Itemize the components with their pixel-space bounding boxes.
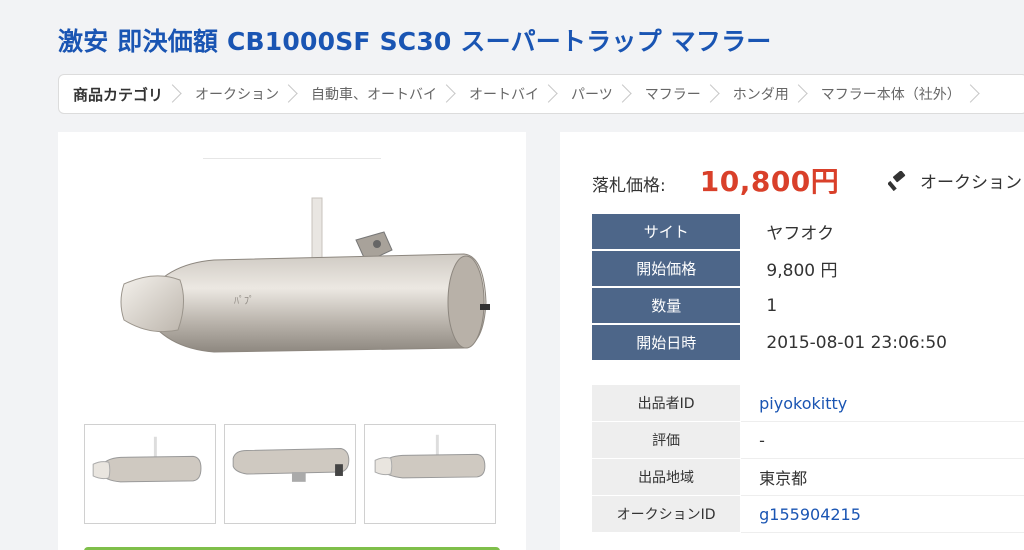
details-value-rating: - [741, 422, 1024, 459]
breadcrumb-item-auction[interactable]: オークション [183, 75, 299, 113]
thumbnail-1[interactable] [84, 424, 216, 524]
table-row: 開始日時 2015-08-01 23:06:50 [592, 325, 1024, 360]
thumbnail-3[interactable] [364, 424, 496, 524]
table-row: 数量 1 [592, 288, 1024, 323]
table-row: 評価 - [592, 422, 1024, 459]
breadcrumb-item-category[interactable]: 商品カテゴリ [59, 75, 183, 113]
auction-id-link[interactable]: g155904215 [741, 496, 1024, 533]
details-label-seller-id: 出品者ID [592, 385, 742, 422]
summary-label-site: サイト [592, 214, 741, 249]
table-row: オークションID g155904215 [592, 496, 1024, 533]
seller-id-link[interactable]: piyokokitty [741, 385, 1024, 422]
breadcrumb-item-motorcycle[interactable]: オートバイ [457, 75, 559, 113]
details-label-rating: 評価 [592, 422, 742, 459]
summary-label-quantity: 数量 [592, 288, 741, 323]
summary-value-start-date: 2015-08-01 23:06:50 [766, 332, 947, 353]
table-row: 出品地域 東京都 [592, 459, 1024, 496]
page-title: 激安 即決価額 CB1000SF SC30 スーパートラップ マフラー [58, 27, 772, 56]
details-label-region: 出品地域 [592, 459, 742, 496]
image-gallery: ﾊﾟﾌﾟ [58, 132, 526, 550]
gavel-icon [888, 170, 906, 191]
table-row: 出品者ID piyokokitty [592, 385, 1024, 422]
summary-label-start-date: 開始日時 [592, 325, 741, 360]
breadcrumb-item-vehicles[interactable]: 自動車、オートバイ [299, 75, 457, 113]
table-row: 開始価格 9,800 円 [592, 251, 1024, 286]
details-label-auction-id: オークションID [592, 496, 742, 533]
summary-label-start-price: 開始価格 [592, 251, 741, 286]
breadcrumb-item-honda[interactable]: ホンダ用 [721, 75, 809, 113]
breadcrumb-item-muffler[interactable]: マフラー [633, 75, 721, 113]
summary-value-start-price: 9,800 円 [766, 261, 838, 281]
svg-text:ﾊﾟﾌﾟ: ﾊﾟﾌﾟ [234, 295, 254, 307]
summary-value-quantity: 1 [766, 295, 778, 316]
price-label: 落札価格: [592, 176, 666, 196]
auction-info-panel: 落札価格: 10,800円 オークション サイト ヤフオク 開始価格 9,800… [560, 132, 1024, 550]
summary-value-site: ヤフオク [766, 224, 835, 244]
summary-table: サイト ヤフオク 開始価格 9,800 円 数量 1 開始日時 2015-08-… [592, 212, 1024, 362]
breadcrumb-item-parts[interactable]: パーツ [559, 75, 633, 113]
auction-link[interactable]: オークション [888, 168, 1022, 193]
table-row: サイト ヤフオク [592, 214, 1024, 249]
breadcrumb-item-muffler-body[interactable]: マフラー本体（社外） [809, 75, 981, 113]
price-row: 落札価格: 10,800円 [592, 160, 839, 200]
divider [203, 158, 381, 159]
details-value-region: 東京都 [741, 459, 1024, 496]
thumbnail-2[interactable] [224, 424, 356, 524]
price-value: 10,800円 [699, 165, 840, 198]
breadcrumb: 商品カテゴリ オークション 自動車、オートバイ オートバイ パーツ マフラー ホ… [58, 74, 1024, 114]
details-table: 出品者ID piyokokitty 評価 - 出品地域 東京都 オークションID… [592, 385, 1024, 533]
auction-link-label: オークション [920, 173, 1022, 193]
